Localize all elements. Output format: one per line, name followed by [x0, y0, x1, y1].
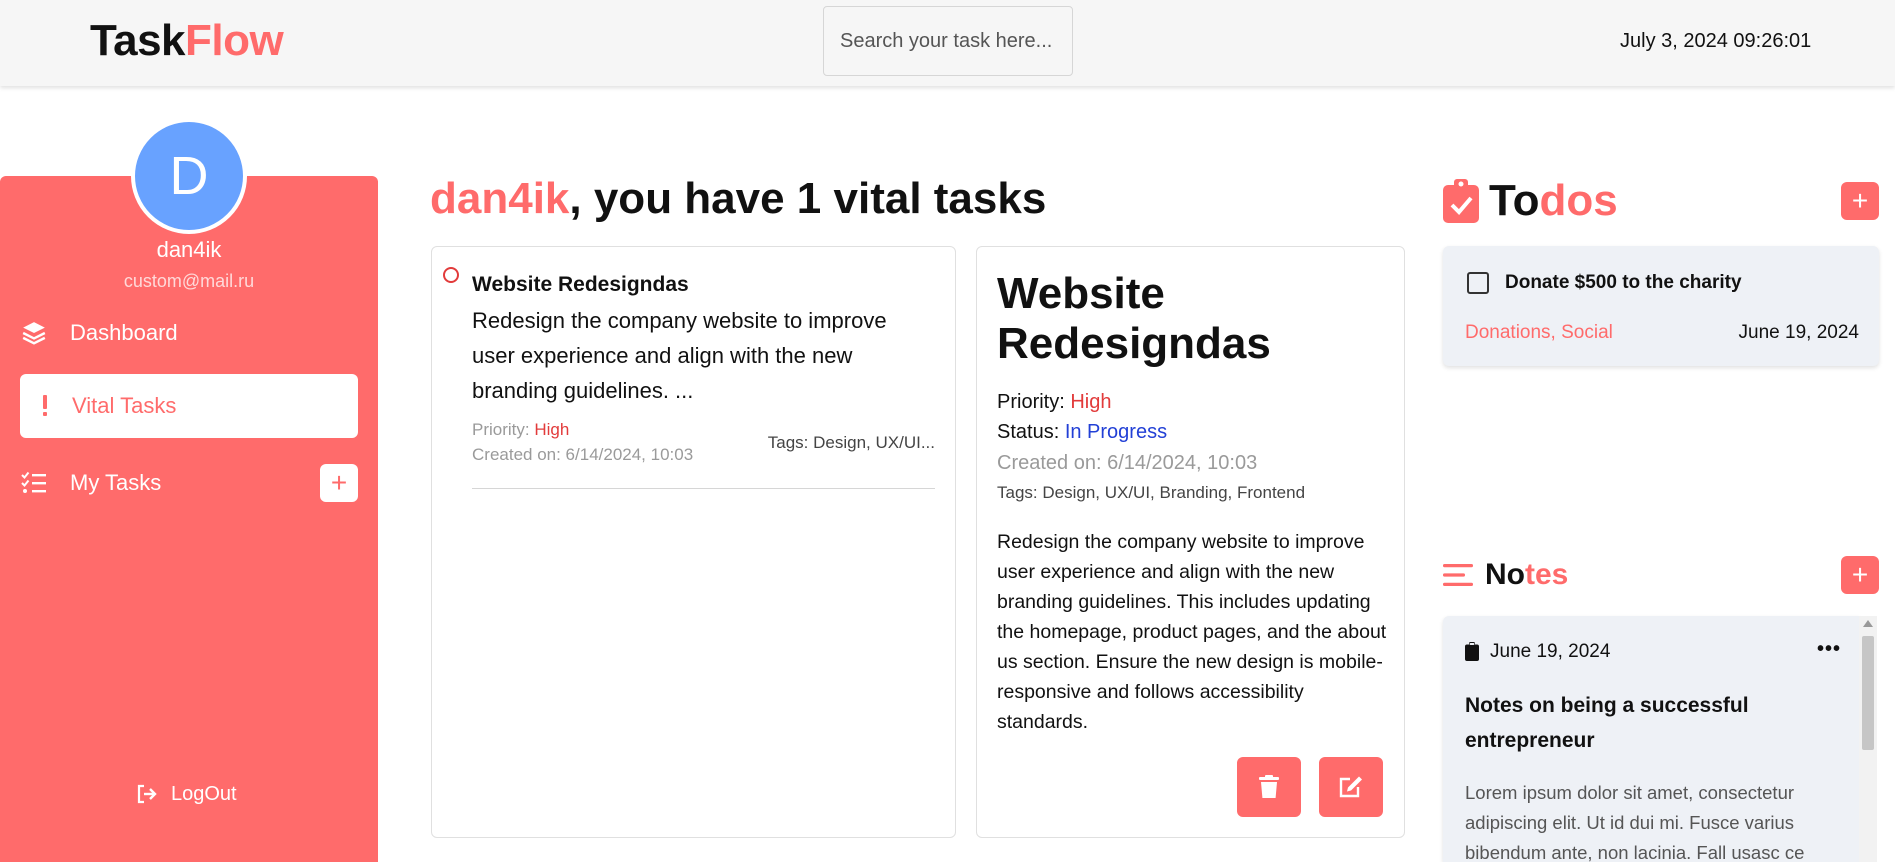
- task-tags: Tags: Design, UX/UI...: [767, 433, 935, 452]
- layers-icon: [20, 319, 48, 347]
- lines-icon: [1443, 563, 1473, 587]
- checklist-icon: [20, 469, 48, 497]
- avatar-letter: D: [169, 146, 209, 206]
- todo-item: Donate $500 to the charity Donations, So…: [1443, 246, 1879, 366]
- detail-title: Website Redesigndas: [997, 269, 1271, 368]
- delete-task-button[interactable]: [1237, 757, 1301, 817]
- notes-scrollbar[interactable]: [1859, 616, 1877, 862]
- sidebar-item-dashboard[interactable]: Dashboard: [20, 316, 178, 350]
- todos-heading: To dos: [1443, 176, 1618, 226]
- edit-task-button[interactable]: [1319, 757, 1383, 817]
- logo-part-task: Task: [90, 16, 186, 65]
- page-title: dan4ik, you have 1 vital tasks: [430, 174, 1046, 224]
- todo-title: Donate $500 to the charity: [1505, 272, 1742, 293]
- notes-title-part1: No: [1485, 558, 1525, 591]
- more-options-icon[interactable]: •••: [1817, 638, 1841, 661]
- todos-title-part1: To: [1489, 176, 1540, 225]
- logout-label: LogOut: [171, 782, 237, 805]
- note-date: June 19, 2024: [1490, 641, 1611, 662]
- task-title: Website Redesigndas: [472, 273, 689, 296]
- detail-created: Created on: 6/14/2024, 10:03: [997, 452, 1258, 474]
- avatar[interactable]: D: [131, 118, 247, 234]
- add-task-button[interactable]: +: [320, 464, 358, 502]
- divider: [472, 488, 935, 489]
- sidebar-email: custom@mail.ru: [123, 271, 255, 291]
- note-item[interactable]: June 19, 2024 ••• Notes on being a succe…: [1443, 616, 1859, 862]
- sidebar-item-my-tasks[interactable]: My Tasks: [20, 465, 161, 501]
- edit-icon: [1339, 776, 1362, 798]
- sidebar-item-vital-tasks[interactable]: Vital Tasks: [20, 374, 358, 438]
- status-label: Status:: [997, 421, 1065, 443]
- add-note-button[interactable]: +: [1841, 556, 1879, 594]
- sidebar-username: dan4ik: [156, 237, 222, 262]
- greeting-username: dan4ik: [430, 174, 570, 223]
- scroll-up-arrow-icon[interactable]: [1863, 620, 1873, 627]
- detail-tags: Tags: Design, UX/UI, Branding, Frontend: [997, 483, 1306, 502]
- app-header: TaskFlow July 3, 2024 09:26:01: [0, 0, 1895, 86]
- sidebar-item-label: Dashboard: [70, 320, 178, 345]
- current-datetime: July 3, 2024 09:26:01: [1620, 30, 1812, 52]
- detail-description: Redesign the company website to improve …: [997, 531, 1387, 733]
- detail-priority: Priority: High: [997, 391, 1111, 414]
- todo-checkbox[interactable]: [1467, 272, 1489, 294]
- priority-value: High: [534, 420, 570, 439]
- task-created: Created on: 6/14/2024, 10:03: [472, 445, 694, 464]
- task-detail-panel: Website Redesigndas Priority: High Statu…: [976, 246, 1405, 838]
- task-priority: Priority: High: [472, 420, 569, 440]
- priority-label: Priority:: [472, 420, 535, 439]
- exclamation-icon: [38, 392, 52, 420]
- priority-label: Priority:: [997, 391, 1071, 413]
- notes-title-part2: tes: [1525, 558, 1569, 591]
- notes-heading: No tes: [1443, 558, 1568, 592]
- task-description: Redesign the company website to improve …: [472, 308, 887, 403]
- logout-icon: [135, 780, 159, 808]
- app-logo[interactable]: TaskFlow: [90, 16, 284, 66]
- clipboard-icon: [1465, 642, 1479, 666]
- todo-date: June 19, 2024: [1738, 322, 1859, 343]
- trash-icon: [1259, 775, 1279, 798]
- todo-tags: Donations, Social: [1465, 322, 1613, 343]
- note-title: Notes on being a successful entrepreneur: [1465, 694, 1749, 752]
- detail-status: Status: In Progress: [997, 421, 1167, 444]
- sidebar-item-label: My Tasks: [70, 470, 162, 495]
- sidebar-item-label: Vital Tasks: [72, 393, 177, 418]
- vital-task-list: Website Redesigndas Redesign the company…: [431, 246, 956, 838]
- priority-value: High: [1070, 391, 1112, 413]
- greeting-text: , you have 1 vital tasks: [569, 174, 1047, 223]
- add-todo-button[interactable]: +: [1841, 182, 1879, 220]
- clipboard-check-icon: [1443, 179, 1479, 223]
- logout-button[interactable]: LogOut: [135, 780, 237, 808]
- logo-part-flow: Flow: [185, 16, 284, 65]
- status-value: In Progress: [1064, 421, 1168, 443]
- todos-title-part2: dos: [1539, 176, 1618, 225]
- scrollbar-thumb[interactable]: [1862, 636, 1874, 750]
- priority-dot-icon: [443, 267, 459, 283]
- note-body: Lorem ipsum dolor sit amet, consectetur …: [1465, 782, 1805, 862]
- search-input[interactable]: [823, 6, 1073, 76]
